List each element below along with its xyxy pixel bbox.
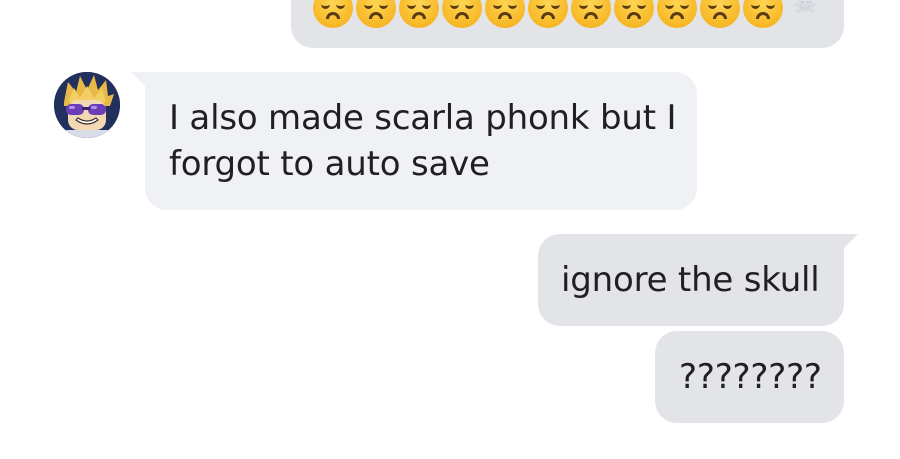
- outgoing-emoji-message[interactable]: ☠: [291, 0, 844, 48]
- disappointed-face-emoji: [485, 0, 525, 28]
- chat-thread: ☠ I also made scarla phonk but I forgot …: [0, 0, 900, 459]
- incoming-message-line-2: forgot to auto save: [169, 144, 490, 184]
- incoming-message-line-1: I also made scarla phonk but I: [169, 98, 677, 138]
- outgoing-message-text: ignore the skull: [561, 260, 820, 300]
- disappointed-face-emoji: [399, 0, 439, 28]
- outgoing-message-text: ????????: [679, 357, 822, 397]
- disappointed-face-emoji: [743, 0, 783, 28]
- outgoing-message-bubble[interactable]: ignore the skull: [538, 234, 858, 326]
- sender-avatar[interactable]: [54, 72, 120, 138]
- emoji-row: ☠: [313, 0, 820, 28]
- disappointed-face-emoji: [571, 0, 611, 28]
- disappointed-face-emoji: [657, 0, 697, 28]
- disappointed-face-emoji: [442, 0, 482, 28]
- disappointed-face-emoji: [528, 0, 568, 28]
- avatar-character-icon: [54, 72, 120, 138]
- disappointed-face-emoji: [356, 0, 396, 28]
- outgoing-message-bubble[interactable]: ????????: [655, 331, 844, 423]
- disappointed-face-emoji: [700, 0, 740, 28]
- disappointed-face-emoji: [614, 0, 654, 28]
- disappointed-face-emoji: [313, 0, 353, 28]
- incoming-message-bubble[interactable]: I also made scarla phonk but I forgot to…: [131, 72, 697, 210]
- skull-emoji: ☠: [793, 0, 817, 20]
